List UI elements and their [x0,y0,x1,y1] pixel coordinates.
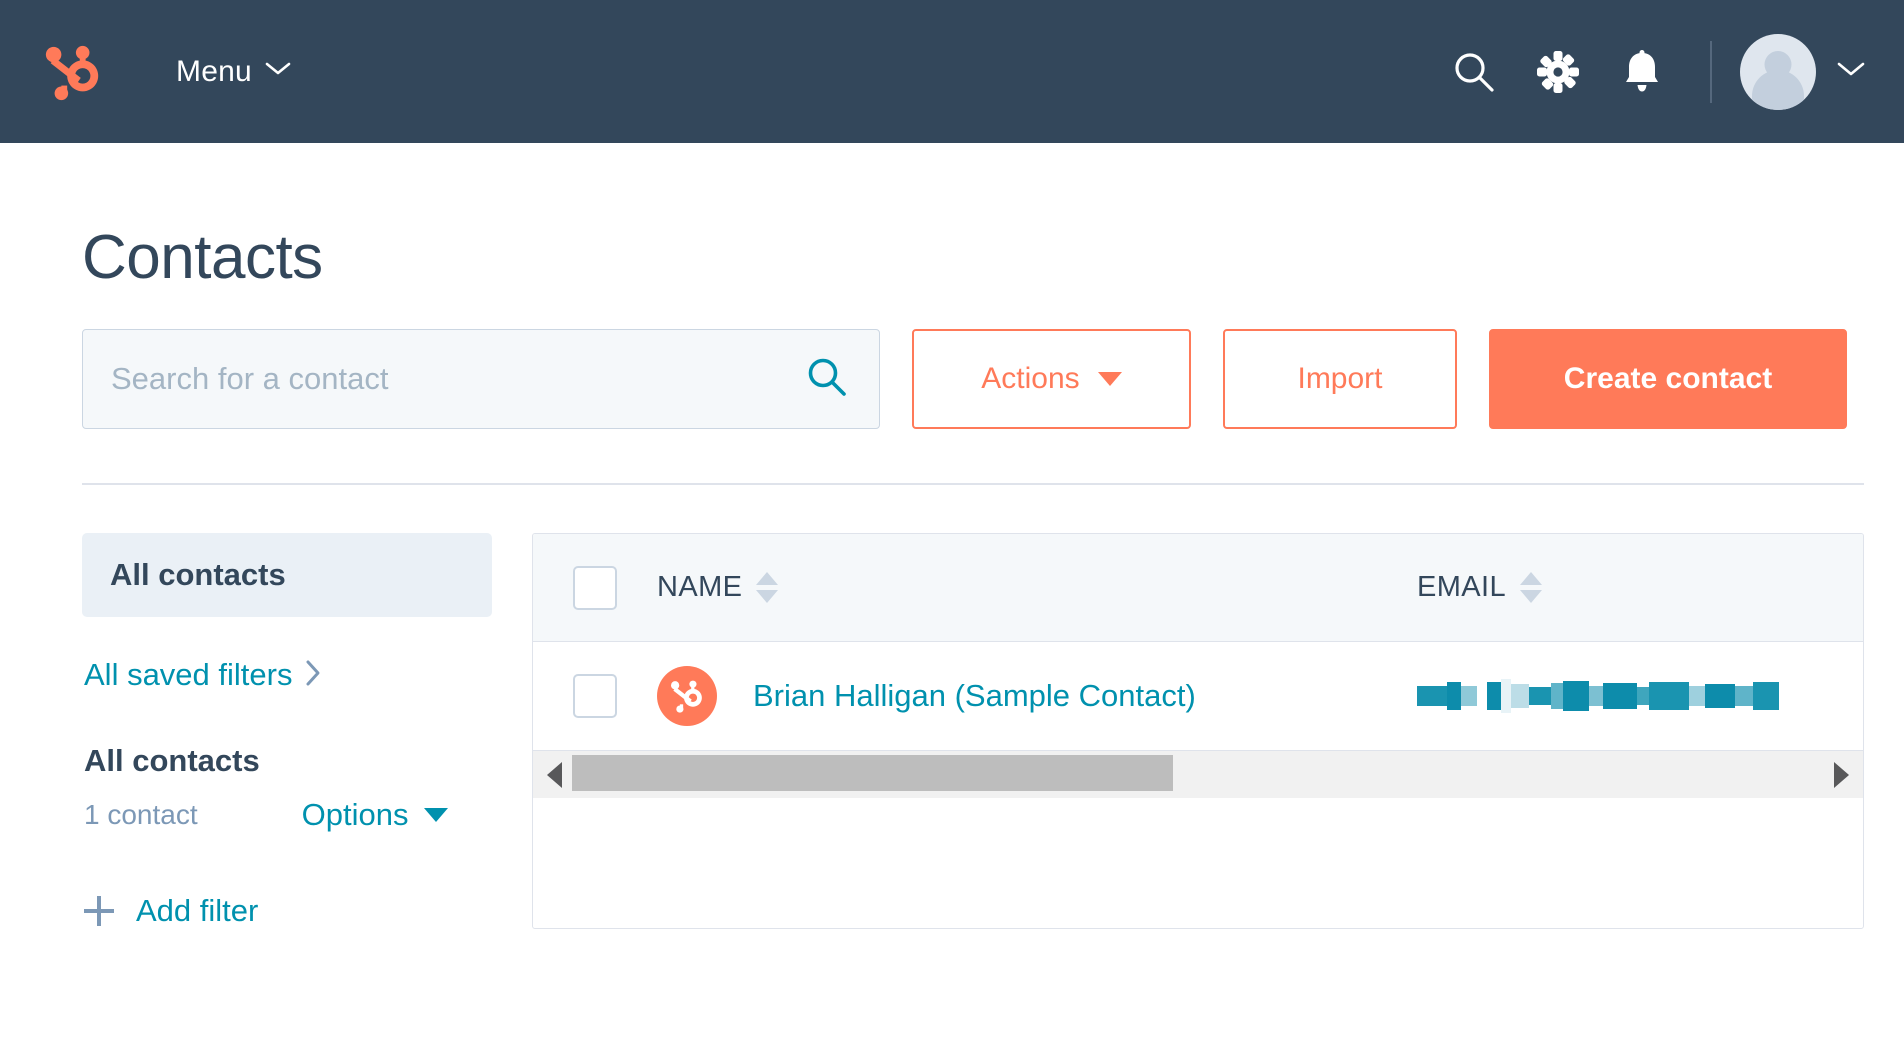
sort-icon[interactable] [756,572,779,603]
hubspot-sprocket-logo[interactable] [40,39,106,105]
column-header-email-label: EMAIL [1417,571,1507,603]
page-container: Contacts Actions Import Create contact [0,227,1904,929]
select-all-cell [533,565,657,610]
create-contact-button-label: Create contact [1563,362,1773,395]
options-label: Options [301,797,409,832]
plus-icon [84,896,114,926]
all-saved-filters-link[interactable]: All saved filters [82,657,492,693]
row-email-cell [1417,679,1863,713]
search-input-wrapper[interactable] [82,329,880,429]
select-all-checkbox[interactable] [573,565,617,610]
add-filter-button[interactable]: Add filter [82,893,492,929]
chevron-down-icon [265,61,291,82]
caret-down-icon [424,808,449,822]
triangle-left-icon[interactable] [547,761,562,788]
actions-button[interactable]: Actions [912,329,1191,429]
contact-name-link[interactable]: Brian Halligan (Sample Contact) [753,678,1196,714]
scrollbar-track[interactable] [572,751,1824,798]
nav-divider [1710,40,1712,103]
page-toolbar: Actions Import Create contact [82,329,1864,429]
column-header-name-label: NAME [657,571,743,603]
sidebar-item-all-contacts[interactable]: All contacts [82,533,492,617]
search-icon[interactable] [1432,30,1516,114]
caret-down-icon [1097,372,1122,386]
scrollbar-thumb[interactable] [572,755,1173,791]
bell-icon[interactable] [1600,30,1684,114]
hubspot-sprocket-avatar [657,666,717,726]
sidebar-item-label: All contacts [110,557,286,592]
create-contact-button[interactable]: Create contact [1489,329,1847,429]
page-title: Contacts [82,223,323,292]
list-title: All contacts [84,743,260,778]
avatar[interactable] [1740,33,1816,110]
redacted-email-value [1417,679,1779,713]
search-input[interactable] [111,361,805,397]
options-dropdown[interactable]: Options [302,797,449,833]
triangle-right-icon[interactable] [1834,761,1849,788]
add-filter-label: Add filter [136,893,259,928]
row-select-cell [533,674,657,718]
filters-sidebar: All contacts All saved filters All conta… [82,533,532,929]
search-icon[interactable] [805,355,849,404]
column-header-email[interactable]: EMAIL [1417,571,1863,604]
section-divider [82,483,1864,485]
list-meta-row: 1 contact Options [84,797,492,833]
gear-icon[interactable] [1516,30,1600,114]
import-button[interactable]: Import [1223,329,1457,429]
chevron-down-icon[interactable] [1836,60,1866,83]
list-meta: All contacts 1 contact Options [82,743,492,833]
horizontal-scrollbar[interactable] [533,750,1863,798]
table-header-row: NAME EMAIL [533,534,1863,642]
import-button-label: Import [1297,362,1383,395]
contacts-table: NAME EMAIL Brian Halligan (Sample Contac… [532,533,1864,929]
content-area: All contacts All saved filters All conta… [82,533,1864,929]
chevron-right-icon [304,659,322,692]
top-navigation-bar: Menu [0,0,1904,143]
menu-button[interactable]: Menu [176,55,291,89]
column-header-name[interactable]: NAME [657,571,1417,604]
table-row[interactable]: Brian Halligan (Sample Contact) [533,642,1863,750]
actions-button-label: Actions [981,362,1080,395]
row-checkbox[interactable] [573,674,617,718]
sort-icon[interactable] [1520,572,1543,603]
nav-icon-group [1432,30,1866,114]
row-name-cell: Brian Halligan (Sample Contact) [657,666,1417,726]
contact-count: 1 contact [84,799,198,830]
avatar-body [1752,69,1804,110]
all-saved-filters-label: All saved filters [84,657,293,692]
menu-label: Menu [176,54,252,88]
